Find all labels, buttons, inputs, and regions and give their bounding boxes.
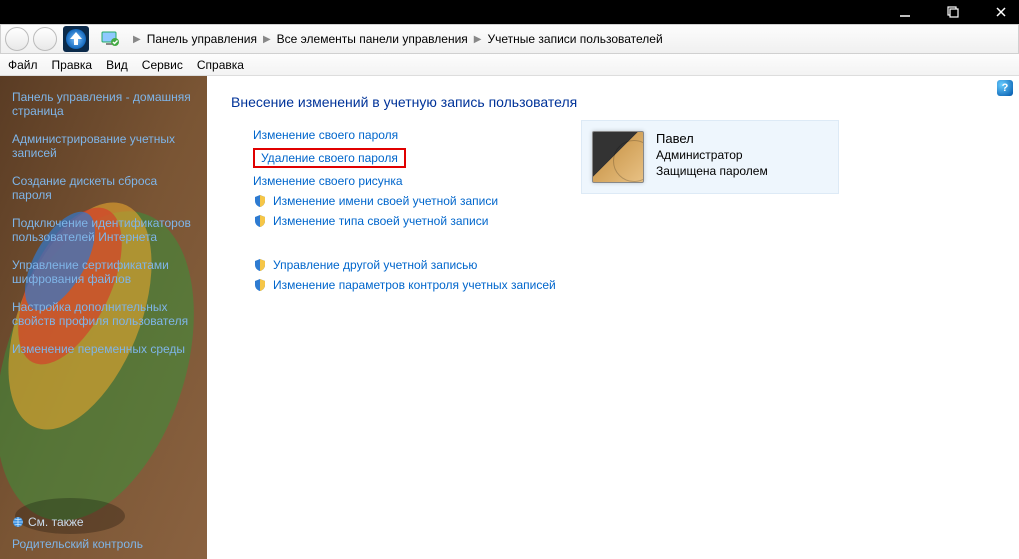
sidebar-link-env-vars[interactable]: Изменение переменных среды <box>12 342 195 356</box>
breadcrumb-item[interactable]: Панель управления <box>147 32 257 46</box>
action-label: Изменение имени своей учетной записи <box>273 194 498 208</box>
seealso-label: См. также <box>12 515 195 529</box>
chevron-right-icon: ▶ <box>474 34 482 45</box>
sidebar-link-certificates[interactable]: Управление сертификатами шифрования файл… <box>12 258 195 286</box>
shield-icon <box>253 194 267 208</box>
sidebar-link-online-ids[interactable]: Подключение идентификаторов пользователе… <box>12 216 195 244</box>
annotation-highlight: Удаление своего пароля <box>253 148 406 168</box>
shield-icon <box>253 278 267 292</box>
action-label: Изменение типа своей учетной записи <box>273 214 488 228</box>
action-change-name[interactable]: Изменение имени своей учетной записи <box>253 194 995 208</box>
chevron-right-icon: ▶ <box>133 34 141 45</box>
breadcrumb: ▶ Панель управления ▶ Все элементы панел… <box>129 32 1014 46</box>
menu-edit[interactable]: Правка <box>52 58 93 72</box>
sidebar-link-parental[interactable]: Родительский контроль <box>12 537 195 551</box>
user-name: Павел <box>656 131 768 147</box>
control-panel-icon[interactable] <box>95 25 125 53</box>
sidebar-link-profile-advanced[interactable]: Настройка дополнительных свойств профиля… <box>12 300 195 328</box>
avatar <box>592 131 644 183</box>
action-label: Управление другой учетной записью <box>273 258 477 272</box>
content-area: Панель управления - домашняя страница Ад… <box>0 76 1019 559</box>
action-manage-other[interactable]: Управление другой учетной записью <box>253 258 995 272</box>
menu-help[interactable]: Справка <box>197 58 244 72</box>
globe-icon <box>12 516 24 528</box>
forward-button[interactable] <box>33 27 57 51</box>
sidebar-link-reset-disk[interactable]: Создание дискеты сброса пароля <box>12 174 195 202</box>
action-uac-settings[interactable]: Изменение параметров контроля учетных за… <box>253 278 995 292</box>
help-icon[interactable]: ? <box>997 80 1013 96</box>
close-button[interactable] <box>987 2 1015 22</box>
action-label: Изменение параметров контроля учетных за… <box>273 278 556 292</box>
minimize-button[interactable] <box>891 2 919 22</box>
action-change-type[interactable]: Изменение типа своей учетной записи <box>253 214 995 228</box>
menubar: Файл Правка Вид Сервис Справка <box>0 54 1019 76</box>
breadcrumb-item[interactable]: Учетные записи пользователей <box>487 32 662 46</box>
menu-file[interactable]: Файл <box>8 58 38 72</box>
window-titlebar <box>0 0 1019 24</box>
sidebar-link-admin-accounts[interactable]: Администрирование учетных записей <box>12 132 195 160</box>
navigation-bar: ▶ Панель управления ▶ Все элементы панел… <box>0 24 1019 54</box>
action-delete-password[interactable]: Удаление своего пароля <box>261 151 398 165</box>
chevron-right-icon: ▶ <box>263 34 271 45</box>
menu-tools[interactable]: Сервис <box>142 58 183 72</box>
shield-icon <box>253 214 267 228</box>
user-card: Павел Администратор Защищена паролем <box>581 120 839 194</box>
maximize-button[interactable] <box>939 2 967 22</box>
shield-icon <box>253 258 267 272</box>
back-button[interactable] <box>5 27 29 51</box>
up-button[interactable] <box>61 25 91 53</box>
user-status: Защищена паролем <box>656 163 768 179</box>
sidebar: Панель управления - домашняя страница Ад… <box>0 76 207 559</box>
user-info: Павел Администратор Защищена паролем <box>656 131 768 183</box>
page-title: Внесение изменений в учетную запись поль… <box>231 94 995 110</box>
breadcrumb-item[interactable]: Все элементы панели управления <box>277 32 468 46</box>
user-role: Администратор <box>656 147 768 163</box>
main-panel: ? Внесение изменений в учетную запись по… <box>207 76 1019 559</box>
menu-view[interactable]: Вид <box>106 58 128 72</box>
sidebar-link-home[interactable]: Панель управления - домашняя страница <box>12 90 195 118</box>
